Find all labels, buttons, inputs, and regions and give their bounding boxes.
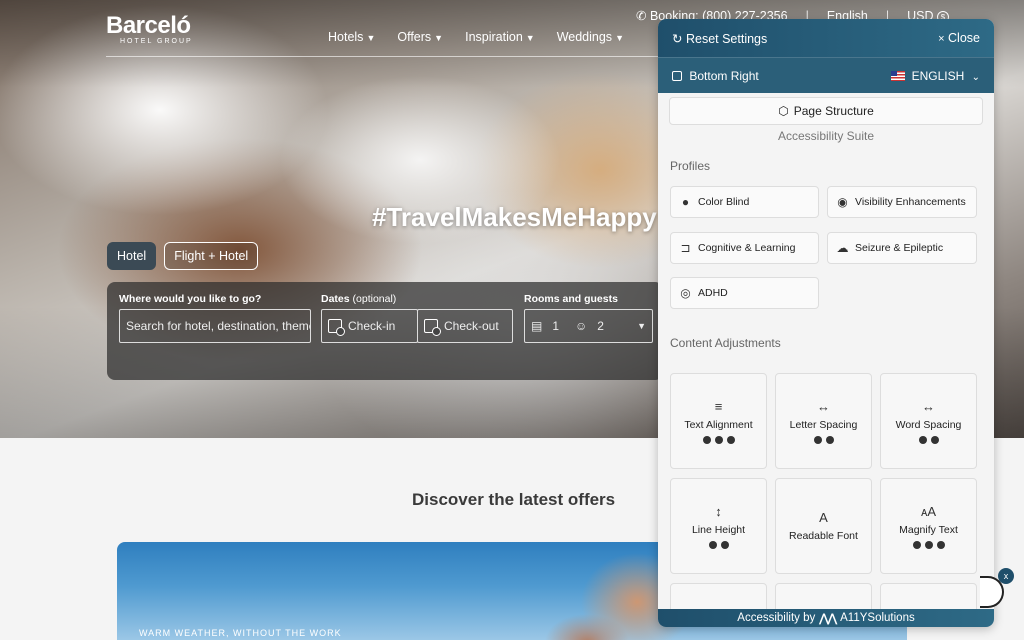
calendar-icon (424, 319, 441, 336)
font-icon: A (819, 510, 828, 525)
adjust-text-alignment[interactable]: ≡ Text Alignment (670, 373, 767, 469)
main-nav: Hotels ▼ Offers ▼ Inspiration ▼ Weddings ▼ (328, 30, 624, 44)
position-selector[interactable]: Bottom Right (672, 69, 759, 83)
offer-caption: WARM WEATHER, WITHOUT THE WORK (139, 628, 342, 638)
align-icon: ≡ (714, 398, 723, 414)
content-adjustments-title: Content Adjustments (670, 336, 781, 350)
offers-title: Discover the latest offers (412, 490, 616, 509)
tab-flight-hotel[interactable]: Flight + Hotel (164, 242, 259, 270)
checkout-field[interactable]: Check-out (417, 309, 513, 343)
rooms-label: Rooms and guests (524, 293, 618, 305)
page-structure-button[interactable]: ⬡ Page Structure (669, 97, 983, 125)
panel-footer: Accessibility by ⋀⋀ A11YSolutions (658, 609, 994, 627)
destination-input[interactable]: Search for hotel, destination, theme (119, 309, 311, 343)
us-flag-icon (891, 71, 906, 82)
level-dots (813, 435, 834, 444)
droplet-icon: ● (681, 194, 690, 209)
brand-logo[interactable]: Barceló HOTEL GROUP (106, 12, 193, 45)
caret-down-icon: ▼ (366, 33, 376, 43)
profile-seizure[interactable]: ☁ Seizure & Epileptic (827, 232, 977, 264)
eye-icon: ◉ (837, 194, 848, 209)
nav-item-inspiration[interactable]: Inspiration ▼ (465, 30, 535, 44)
profile-cognitive[interactable]: ⊐ Cognitive & Learning (670, 232, 819, 264)
level-dots (918, 435, 939, 444)
tab-hotel[interactable]: Hotel (107, 242, 157, 270)
calendar-icon (328, 319, 345, 336)
close-icon: × (938, 33, 945, 45)
arrows-vertical-icon: ↕ (715, 503, 722, 519)
caret-down-icon: ▼ (434, 33, 444, 43)
arrows-horizontal-icon: ↔ (817, 398, 830, 414)
panel-language-selector[interactable]: ENGLISH ⌄ (891, 69, 980, 83)
destination-label: Where would you like to go? (119, 293, 262, 305)
profiles-title: Profiles (670, 159, 711, 173)
arrows-horizontal-icon: ↔ (922, 398, 935, 414)
refresh-icon: ↻ (672, 31, 683, 46)
target-icon: ◎ (680, 285, 691, 300)
reset-settings-button[interactable]: ↻ Reset Settings (672, 31, 767, 46)
suite-label: Accessibility Suite (777, 129, 875, 143)
seizure-icon: ☁ (836, 240, 849, 255)
position-icon (672, 71, 682, 82)
cube-icon: ⬡ (778, 104, 789, 118)
close-icon[interactable]: x (998, 568, 1014, 584)
panel-subheader: Bottom Right ENGLISH ⌄ (658, 57, 994, 93)
adjust-readable-font[interactable]: A Readable Font (775, 478, 872, 574)
nav-item-offers[interactable]: Offers ▼ (397, 30, 443, 44)
nav-item-weddings[interactable]: Weddings ▼ (557, 30, 624, 44)
rooms-guests-selector[interactable]: ▤ 1 ☺ 2 ▼ (524, 309, 653, 343)
caret-down-icon: ▼ (615, 33, 624, 43)
footer-brand-link[interactable]: A11YSolutions (840, 612, 915, 624)
caret-down-icon: ▼ (637, 321, 646, 331)
dates-label: Dates (optional) (321, 293, 397, 305)
nav-item-hotels[interactable]: Hotels ▼ (328, 30, 375, 44)
close-button[interactable]: × Close (938, 31, 980, 45)
booking-search-box: Where would you like to go? Search for h… (107, 282, 663, 380)
level-dots (912, 540, 945, 549)
checkin-field[interactable]: Check-in (321, 309, 418, 343)
booking-tabs: Hotel Flight + Hotel (107, 242, 259, 270)
phone-icon: ✆ (636, 9, 647, 23)
brain-icon: ⊐ (680, 240, 691, 255)
hero-hashtag: #TravelMakesMeHappy (372, 202, 657, 232)
chevron-down-icon: ⌄ (971, 71, 980, 83)
brand-subtitle: HOTEL GROUP (120, 38, 193, 45)
accessibility-panel: ↻ Reset Settings × Close Bottom Right EN… (658, 19, 994, 627)
bed-icon: ▤ (531, 319, 543, 333)
level-dots (702, 435, 735, 444)
brand-name: Barceló (106, 12, 191, 39)
profile-color-blind[interactable]: ● Color Blind (670, 186, 819, 218)
profile-adhd[interactable]: ◎ ADHD (670, 277, 819, 309)
people-icon: ☺ (575, 319, 588, 333)
caret-down-icon: ▼ (525, 33, 535, 43)
adjust-letter-spacing[interactable]: ↔ Letter Spacing (775, 373, 872, 469)
adjust-magnify-text[interactable]: ᴀA Magnify Text (880, 478, 977, 574)
profile-visibility[interactable]: ◉ Visibility Enhancements (827, 186, 977, 218)
a11y-logo-icon: ⋀⋀ (819, 613, 837, 625)
panel-header: ↻ Reset Settings × Close (658, 19, 994, 57)
header-divider (106, 56, 660, 57)
adjust-line-height[interactable]: ↕ Line Height (670, 478, 767, 574)
magnify-text-icon: ᴀA (920, 503, 937, 519)
level-dots (708, 540, 729, 549)
adjust-word-spacing[interactable]: ↔ Word Spacing (880, 373, 977, 469)
